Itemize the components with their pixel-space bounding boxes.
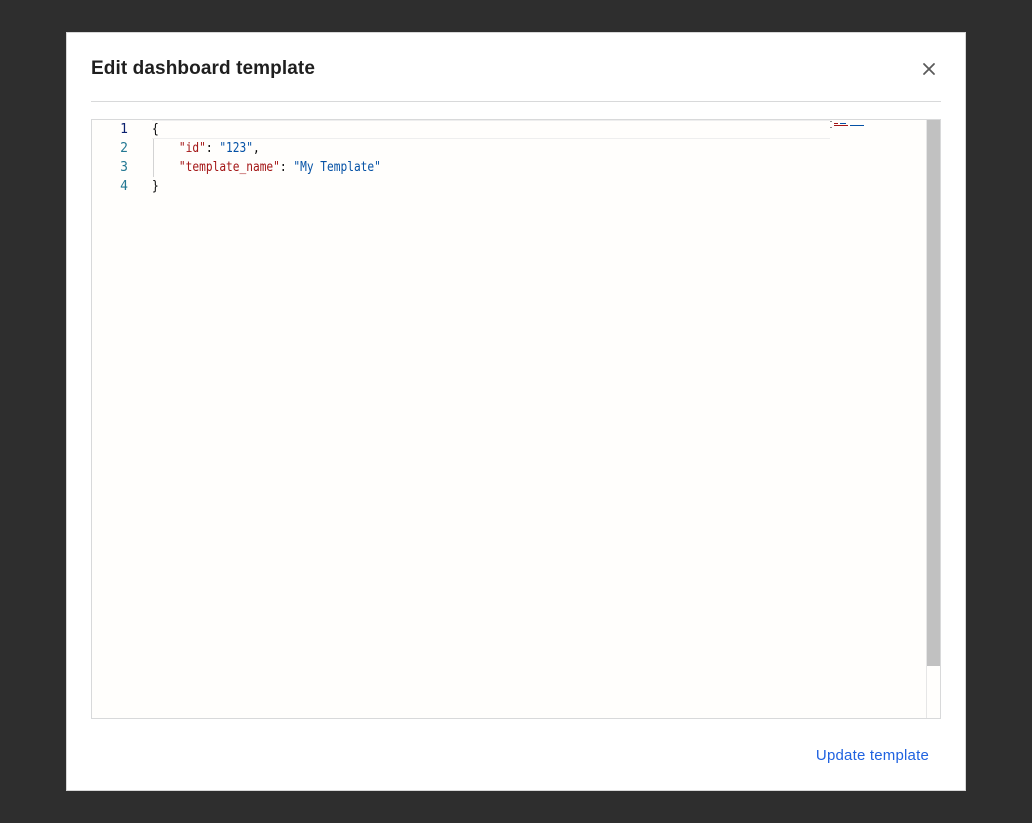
json-key: "id" xyxy=(178,141,206,156)
json-punctuation: } xyxy=(152,179,159,194)
code-line: } xyxy=(152,177,159,196)
update-template-button[interactable]: Update template xyxy=(816,747,929,764)
json-punctuation: : xyxy=(205,141,220,156)
json-string-value: "My Template" xyxy=(293,160,381,175)
json-punctuation: , xyxy=(252,141,260,156)
line-number: 4 xyxy=(120,179,128,194)
code-line: "id": "123", xyxy=(152,139,260,158)
line-number: 3 xyxy=(120,160,128,175)
json-string-value: "123" xyxy=(219,141,253,156)
code-line: { xyxy=(152,120,159,139)
json-punctuation: : xyxy=(279,160,294,175)
json-code-editor[interactable]: 1 2 3 4 { "id": "123", "template_name": "My… xyxy=(91,119,941,719)
close-icon xyxy=(923,63,935,75)
close-button[interactable] xyxy=(919,59,939,79)
modal-title: Edit dashboard template xyxy=(91,58,316,79)
edit-template-modal: Edit dashboard template 1 2 3 4 { "id": "12… xyxy=(66,32,966,791)
code-line: "template_name": "My Template" xyxy=(152,158,381,177)
json-key: "template_name" xyxy=(178,160,280,175)
line-number-gutter: 1 2 3 4 xyxy=(92,120,144,718)
line-number: 2 xyxy=(120,141,128,156)
line-number: 1 xyxy=(120,122,128,137)
scrollbar-thumb[interactable] xyxy=(927,120,940,666)
vertical-scrollbar[interactable] xyxy=(926,120,940,718)
json-punctuation: { xyxy=(152,122,159,137)
editor-minimap[interactable] xyxy=(830,120,926,132)
current-line-highlight xyxy=(152,120,830,139)
code-area[interactable]: { "id": "123", "template_name": "My Temp… xyxy=(152,120,830,718)
modal-header: Edit dashboard template xyxy=(91,33,941,102)
